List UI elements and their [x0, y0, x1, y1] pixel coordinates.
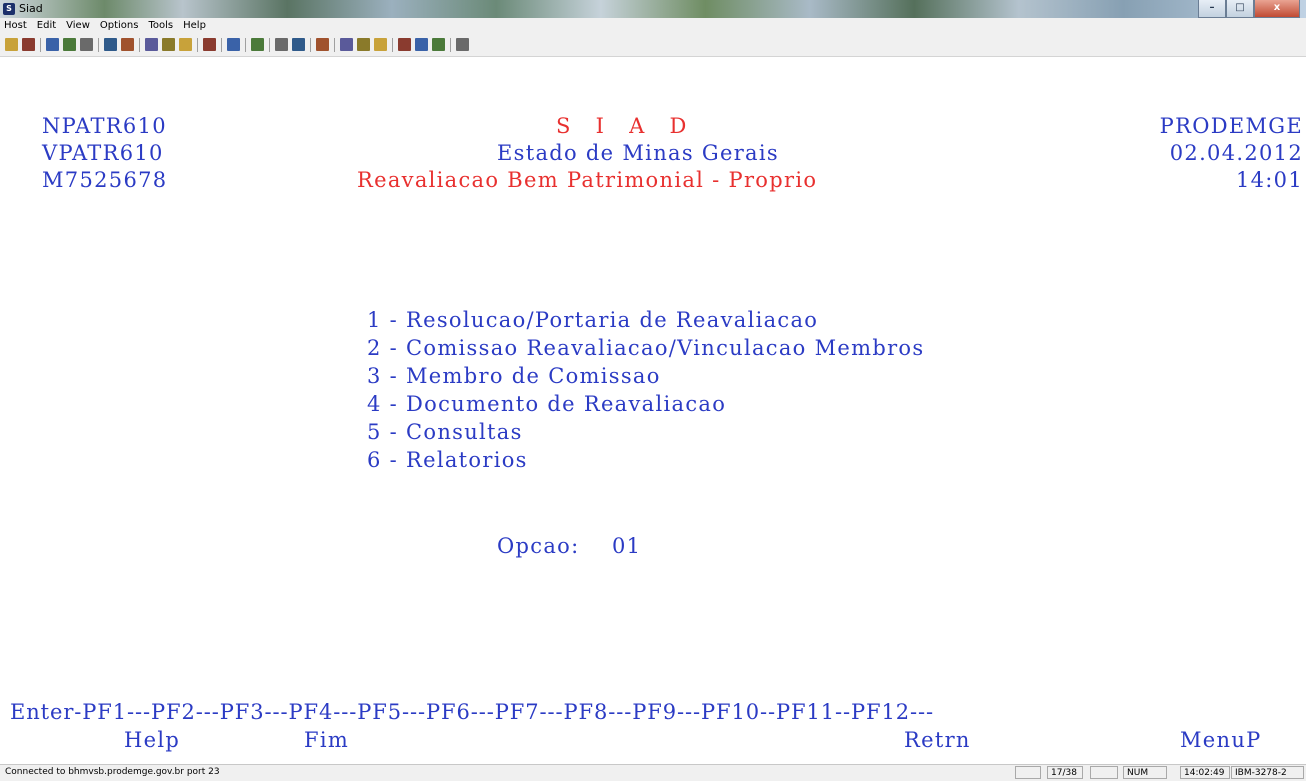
system-time: 14:01: [1235, 168, 1303, 192]
minimize-button[interactable]: –: [1198, 0, 1226, 18]
title-bar: S Siad – □ x: [0, 0, 1306, 18]
app-icon: S: [3, 3, 15, 15]
disconnect-icon[interactable]: [22, 38, 35, 51]
pf9-retrn-label[interactable]: Retrn: [904, 727, 971, 753]
field3-icon[interactable]: [432, 38, 445, 51]
terminal-type: IBM-3278-2: [1231, 766, 1304, 779]
view-code: VPATR610: [42, 141, 164, 165]
field2-icon[interactable]: [415, 38, 428, 51]
backtab-icon[interactable]: [357, 38, 370, 51]
pf1-help-label[interactable]: Help: [124, 727, 180, 753]
menu-option-2[interactable]: 2 - Comissao Reavaliacao/Vinculacao Memb…: [367, 335, 924, 361]
system-name: S I A D: [556, 114, 688, 138]
toolbar-separator: [334, 37, 335, 52]
paste-screen-icon[interactable]: [121, 38, 134, 51]
menu-option-6[interactable]: 6 - Relatorios: [367, 447, 528, 473]
copy-screen-icon[interactable]: [104, 38, 117, 51]
system-date: 02.04.2012: [1169, 141, 1303, 165]
tab-icon[interactable]: [374, 38, 387, 51]
toolbar: [0, 33, 1306, 57]
menu-option-5[interactable]: 5 - Consultas: [367, 419, 523, 445]
menu-view[interactable]: View: [61, 20, 95, 31]
status-clock: 14:02:49: [1180, 766, 1230, 779]
field1-icon[interactable]: [398, 38, 411, 51]
page-title: Reavaliacao Bem Patrimonial - Proprio: [357, 168, 818, 192]
toolbar-separator: [98, 37, 99, 52]
more-icon[interactable]: [203, 38, 216, 51]
company-name: PRODEMGE: [1159, 114, 1303, 138]
toolbar-separator: [310, 37, 311, 52]
connect-icon[interactable]: [5, 38, 18, 51]
close-button[interactable]: x: [1254, 0, 1300, 18]
enter-icon[interactable]: [340, 38, 353, 51]
blank-indicator: [1015, 766, 1041, 779]
maximize-button[interactable]: □: [1226, 0, 1254, 18]
menu-help[interactable]: Help: [178, 20, 211, 31]
user-id: M7525678: [42, 168, 168, 192]
home-icon[interactable]: [316, 38, 329, 51]
toolbar-separator: [221, 37, 222, 52]
menu-option-3[interactable]: 3 - Membro de Comissao: [367, 363, 661, 389]
cut-icon[interactable]: [145, 38, 158, 51]
toolbar-separator: [450, 37, 451, 52]
toolbar-separator: [40, 37, 41, 52]
connection-status: Connected to bhmvsb.prodemge.gov.br port…: [5, 767, 220, 777]
chart-icon[interactable]: [227, 38, 240, 51]
window-title: Siad: [19, 2, 43, 15]
toolbar-separator: [392, 37, 393, 52]
terminal-screen: NPATR610 VPATR610 M7525678 S I A D Estad…: [0, 58, 1306, 764]
status-bar: Connected to bhmvsb.prodemge.gov.br port…: [0, 764, 1306, 781]
paste-icon[interactable]: [179, 38, 192, 51]
window-controls: – □ x: [1198, 0, 1300, 18]
pf12-menup-label[interactable]: MenuP: [1180, 727, 1262, 753]
receive-icon[interactable]: [63, 38, 76, 51]
cursor-position: 17/38: [1047, 766, 1083, 779]
send-icon[interactable]: [46, 38, 59, 51]
menu-bar: Host Edit View Options Tools Help: [0, 18, 1306, 33]
print-icon[interactable]: [80, 38, 93, 51]
blank-indicator-2: [1090, 766, 1118, 779]
undo-icon[interactable]: [456, 38, 469, 51]
warning-icon[interactable]: [251, 38, 264, 51]
state-name: Estado de Minas Gerais: [497, 141, 779, 165]
toolbar-separator: [139, 37, 140, 52]
menu-host[interactable]: Host: [0, 20, 32, 31]
menu-options[interactable]: Options: [95, 20, 144, 31]
num-lock-indicator: NUM: [1123, 766, 1167, 779]
toolbar-separator: [245, 37, 246, 52]
pf-key-line: Enter-PF1---PF2---PF3---PF4---PF5---PF6-…: [10, 700, 935, 724]
black-box-icon[interactable]: [275, 38, 288, 51]
pf3-fim-label[interactable]: Fim: [304, 727, 349, 753]
toolbar-separator: [197, 37, 198, 52]
menu-option-4[interactable]: 4 - Documento de Reavaliacao: [367, 391, 726, 417]
menu-option-1[interactable]: 1 - Resolucao/Portaria de Reavaliacao: [367, 307, 818, 333]
option-label: Opcao:: [497, 534, 580, 558]
menu-edit[interactable]: Edit: [32, 20, 61, 31]
copy-icon[interactable]: [162, 38, 175, 51]
option-input[interactable]: 01: [612, 533, 641, 559]
menu-tools[interactable]: Tools: [143, 20, 178, 31]
program-code: NPATR610: [42, 114, 167, 138]
toolbar-separator: [269, 37, 270, 52]
pen-icon[interactable]: [292, 38, 305, 51]
